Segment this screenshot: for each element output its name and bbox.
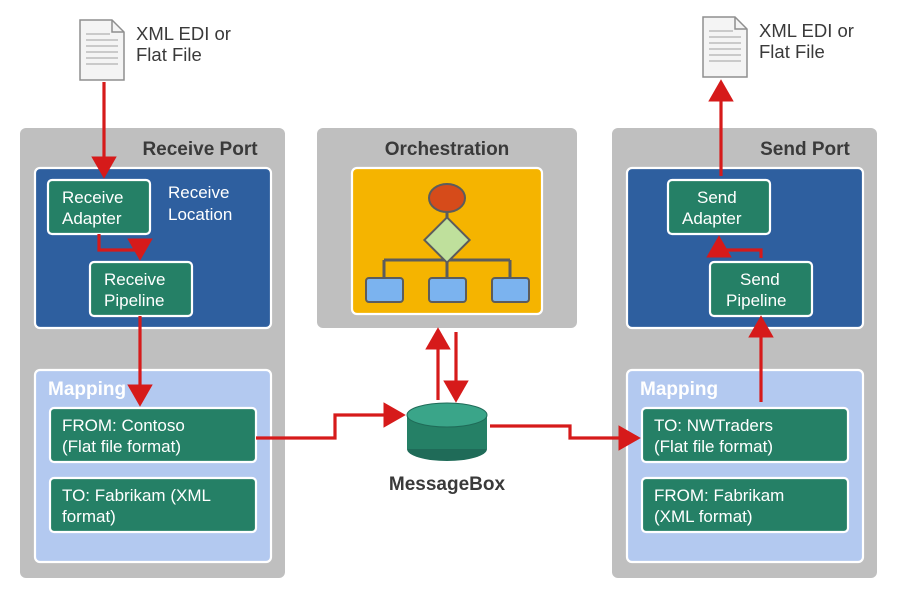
receive-mapping-to-l1: TO: Fabrikam (XML (62, 486, 211, 505)
receive-location-l1: Receive (168, 183, 229, 202)
send-mapping-from-l1: FROM: Fabrikam (654, 486, 784, 505)
receive-mapping-to-l2: format) (62, 507, 116, 526)
right-doc-label-1: XML EDI or (759, 20, 854, 41)
send-pipeline-l2: Pipeline (726, 291, 787, 310)
receive-pipeline-l1: Receive (104, 270, 165, 289)
send-mapping-to-l1: TO: NWTraders (654, 416, 773, 435)
receive-mapping-title: Mapping (48, 379, 126, 400)
receive-adapter-l1: Receive (62, 188, 123, 207)
left-doc-label-1: XML EDI or (136, 23, 231, 44)
receive-port-title: Receive Port (142, 139, 258, 160)
messagebox-icon (407, 403, 487, 461)
receive-mapping-from-l2: (Flat file format) (62, 437, 181, 456)
receive-location-l2: Location (168, 205, 232, 224)
receive-adapter-l2: Adapter (62, 209, 122, 228)
document-icon (703, 17, 747, 77)
left-doc-label-2: Flat File (136, 44, 202, 65)
send-adapter-l1: Send (697, 188, 737, 207)
orchestration-title: Orchestration (385, 139, 510, 160)
receive-pipeline-l2: Pipeline (104, 291, 165, 310)
receive-mapping-from-l1: FROM: Contoso (62, 416, 185, 435)
document-icon (80, 20, 124, 80)
send-mapping-to-l2: (Flat file format) (654, 437, 773, 456)
send-mapping-from-l2: (XML format) (654, 507, 753, 526)
messagebox-label: MessageBox (389, 474, 506, 495)
send-pipeline-l1: Send (740, 270, 780, 289)
right-doc-label-2: Flat File (759, 41, 825, 62)
send-port-title: Send Port (760, 139, 850, 160)
send-mapping-title: Mapping (640, 379, 718, 400)
send-adapter-l2: Adapter (682, 209, 742, 228)
